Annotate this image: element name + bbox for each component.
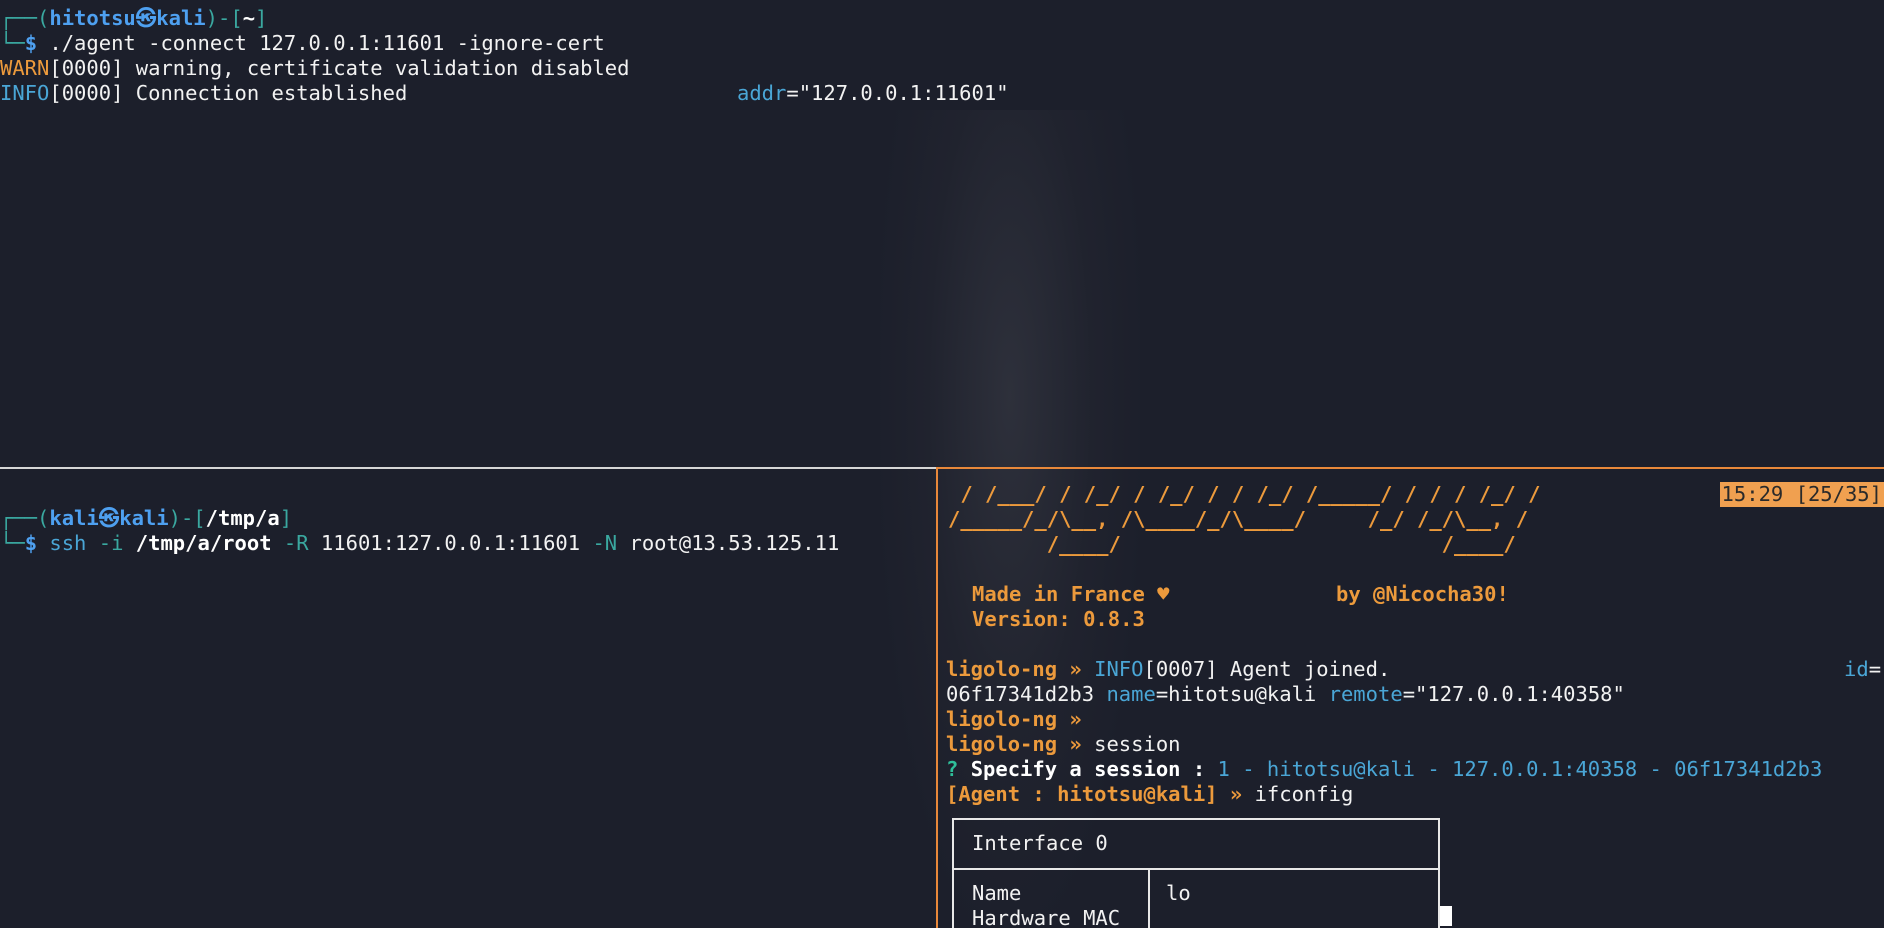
interface-header: Interface 0 — [972, 831, 1108, 855]
command-line: └─$ ./agent -connect 127.0.0.1:11601 -ig… — [0, 31, 605, 56]
banner-line-1: / /___/ / /_/ / /_/ / / /_/ /_____/ / / … — [948, 482, 1541, 506]
question-icon: ? — [946, 757, 959, 781]
log-field-value: =hitotsu@kali — [1155, 682, 1317, 706]
text-cursor — [1440, 906, 1452, 926]
log-field-key: addr — [737, 81, 787, 105]
log-message: [0007] Agent joined. — [1143, 657, 1391, 681]
prompt-box: ┌──( — [0, 506, 50, 530]
ifconfig-table: Interface 0 Name lo Hardware MAC — [952, 818, 1440, 928]
tmux-status-indicator: 15:29 [25/35] — [1719, 482, 1884, 507]
prompt-symbol: $ — [24, 31, 38, 55]
command-keyfile: /tmp/a/root — [135, 531, 272, 555]
log-message: [0000] Connection established — [49, 81, 408, 105]
log-field-value: ="127.0.0.1:40358" — [1402, 682, 1625, 706]
session-select-line[interactable]: ? Specify a session : 1 - hitotsu@kali -… — [946, 757, 1822, 782]
ligolo-prompt: ligolo-ng » — [946, 707, 1082, 731]
banner-author: by @Nicocha30! — [1336, 582, 1509, 606]
banner-line-2: /_____/_/\__, /\____/_/\____/ /_/ /_/\__… — [948, 507, 1529, 531]
prompt-dir: ~ — [242, 6, 256, 30]
log-level-info: INFO — [1094, 657, 1144, 681]
prompt-cont: └─ — [0, 531, 25, 555]
prompt-line: ┌──(hitotsu㉿kali)-[~] — [0, 6, 267, 31]
session-command-line: ligolo-ng » session — [946, 732, 1181, 757]
prompt-symbol: $ — [24, 531, 38, 555]
agent-id-value: 06f17341d2b3 — [946, 682, 1095, 706]
log-field-value: ="127.0.0.1:11601" — [786, 81, 1009, 105]
prompt-close: ] — [255, 6, 268, 30]
log-field-key: name — [1106, 682, 1156, 706]
prompt-host: kali — [156, 6, 206, 30]
terminal-pane-top[interactable]: ┌──(hitotsu㉿kali)-[~] └─$ ./agent -conne… — [0, 0, 1884, 466]
prompt-user: kali — [49, 506, 99, 530]
session-command: session — [1094, 732, 1181, 756]
log-level-warn: WARN — [0, 56, 50, 80]
table-value-name: lo — [1166, 881, 1191, 905]
prompt-box: ┌──( — [0, 6, 50, 30]
table-key-name: Name — [972, 881, 1022, 905]
log-message: [0000] warning, certificate validation d… — [49, 56, 630, 80]
session-select-value[interactable]: 1 - hitotsu@kali - 127.0.0.1:40358 - 06f… — [1218, 757, 1823, 781]
table-column-divider — [1148, 870, 1150, 928]
command-ssh: ssh — [49, 531, 87, 555]
prompt-line: ┌──(kali㉿kali)-[/tmp/a] — [0, 506, 292, 531]
prompt-dir: /tmp/a — [205, 506, 280, 530]
command-target: root@13.53.125.11 — [629, 531, 840, 555]
agent-prompt: [Agent : hitotsu@kali] » — [946, 782, 1243, 806]
log-level-info: INFO — [0, 81, 50, 105]
command-flag-i: -i — [98, 531, 124, 555]
command-line: └─$ ssh -i /tmp/a/root -R 11601:127.0.0.… — [0, 531, 839, 556]
log-info-line: INFO[0000] Connection established — [0, 81, 407, 106]
prompt-host: kali — [119, 506, 169, 530]
command-text: ./agent -connect 127.0.0.1:11601 -ignore… — [37, 31, 605, 55]
prompt-at-icon: ㉿ — [98, 506, 120, 530]
agent-prompt-line: [Agent : hitotsu@kali] » ifconfig — [946, 782, 1353, 807]
ligolo-prompt: ligolo-ng » — [946, 657, 1082, 681]
command-flag-n: -N — [592, 531, 618, 555]
session-select-label: Specify a session : — [970, 757, 1206, 781]
log-warn-line: WARN[0000] warning, certificate validati… — [0, 56, 629, 81]
terminal-pane-bottom-left[interactable]: ┌──(kali㉿kali)-[/tmp/a] └─$ ssh -i /tmp/… — [0, 469, 936, 928]
ligolo-prompt-empty: ligolo-ng » — [946, 707, 1082, 732]
agent-joined-line-cont: 06f17341d2b3 name=hitotsu@kali remote="1… — [946, 682, 1625, 707]
agent-joined-line: ligolo-ng » INFO[0007] Agent joined. — [946, 657, 1390, 682]
log-field-eq: = — [1868, 657, 1882, 681]
command-forward: 11601:127.0.0.1:11601 — [320, 531, 581, 555]
prompt-sep: )-[ — [168, 506, 206, 530]
command-flag-r: -R — [283, 531, 309, 555]
prompt-at-icon: ㉿ — [135, 6, 157, 30]
terminal-pane-bottom-right[interactable]: 15:29 [25/35] / /___/ / /_/ / /_/ / / /_… — [938, 469, 1884, 928]
banner-version: Version: 0.8.3 — [972, 607, 1145, 631]
ifconfig-table-header: Interface 0 — [954, 820, 1438, 870]
table-key-mac: Hardware MAC — [972, 906, 1121, 928]
log-field-id: id= — [1844, 657, 1881, 682]
prompt-cont: └─ — [0, 31, 25, 55]
log-field-key: id — [1844, 657, 1869, 681]
banner-made-in: Made in France ♥ — [972, 582, 1170, 606]
prompt-user: hitotsu — [49, 6, 136, 30]
banner-line-3: /____/ /____/ — [948, 532, 1516, 556]
log-field-key: remote — [1328, 682, 1403, 706]
prompt-close: ] — [279, 506, 293, 530]
prompt-sep: )-[ — [205, 6, 243, 30]
log-field: addr="127.0.0.1:11601" — [737, 81, 1009, 106]
ligolo-prompt: ligolo-ng » — [946, 732, 1082, 756]
ifconfig-command: ifconfig — [1254, 782, 1354, 806]
